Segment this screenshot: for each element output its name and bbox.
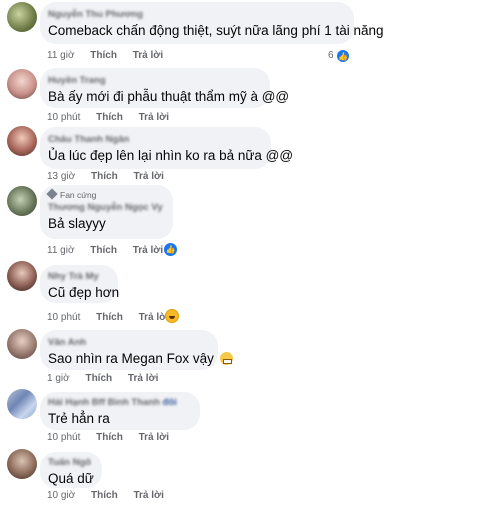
avatar[interactable] [7,69,37,99]
avatar[interactable] [7,186,37,216]
reply-button[interactable]: Trả lời [133,50,163,61]
fan-badge: Fan cứng [46,188,162,200]
comment-author[interactable]: Tuấn Ngô [48,457,91,468]
comment-bubble: Nguyễn Thu Phương Comeback chấn động thi… [40,2,384,44]
comment-text-content: Sao nhìn ra Megan Fox vậy [48,351,214,366]
comment-author[interactable]: Châu Thanh Ngân [48,134,260,145]
like-button[interactable]: Thích [96,432,123,443]
like-button[interactable]: Thích [91,171,118,182]
avatar[interactable] [7,2,37,32]
like-button[interactable]: Thích [96,312,123,323]
comment-bubble: Nhy Trà My Cũ đẹp hơn [40,265,120,303]
comment-text: Bà ấy mới đi phẫu thuật thẩm mỹ à @@ [48,89,290,104]
diamond-icon [46,188,58,200]
avatar[interactable] [7,261,37,291]
avatar[interactable] [7,389,37,419]
avatar[interactable] [7,126,37,156]
comment-time[interactable]: 10 phút [47,112,80,123]
comment-text: Quá dữ [48,471,94,486]
comment-time[interactable]: 11 giờ [47,245,75,256]
comment-text: Ủa lúc đẹp lên lại nhìn ko ra bả nữa @@ [48,148,294,163]
comment-bubble: Châu Thanh Ngân Ủa lúc đẹp lên lại nhìn … [40,127,294,169]
comment-time[interactable]: 11 giờ [47,50,75,61]
comment-bubble: Tuấn Ngô Quá dữ [40,452,102,488]
reply-button[interactable]: Trả lời [133,490,163,501]
comment-author[interactable]: Nhy Trà My [48,271,107,282]
comment-bubble: Huyền Trang Bà ấy mới đi phẫu thuật thẩm… [40,68,290,108]
comment-actions: 10 phút Thích Trả lời [47,112,182,123]
reply-button[interactable]: Trả lời [133,171,163,182]
comment-time[interactable]: 10 phút [47,432,80,443]
grimace-emoji-icon [219,352,233,365]
like-button[interactable]: Thích [91,490,118,501]
reply-button[interactable]: Trả lời [139,432,169,443]
comment-bubble: Fan cứng Thương Nguyễn Ngọc Vy Bả slayyy [40,185,173,239]
comment-text: Sao nhìn ra Megan Fox vậy [48,351,233,367]
comment-author[interactable]: Huyền Trang [48,75,259,86]
like-button[interactable]: Thích [90,245,117,256]
comment-author-suffix[interactable]: đôi [163,397,177,408]
comment-text: Trẻ hẳn ra [48,411,110,426]
comment-text: Cũ đẹp hơn [48,285,120,300]
comment-bubble: Hải Hạnh Bff Bình Thanh đôi Trẻ hẳn ra [40,392,200,430]
comment-time[interactable]: 1 giờ [47,373,70,384]
comment-actions: 10 phút Thích Trả lời [47,312,182,323]
reply-button[interactable]: Trả lời [133,245,163,256]
reaction-count[interactable]: 6 [328,50,334,61]
comment-time[interactable]: 10 phút [47,312,80,323]
avatar[interactable] [7,329,37,359]
like-button[interactable]: Thích [96,112,123,123]
comment-author[interactable]: Nguyễn Thu Phương [48,9,343,20]
comment-text: Bả slayyy [48,216,106,231]
reply-button[interactable]: Trả lời [128,373,158,384]
comment-author[interactable]: Văn Anh [48,337,207,348]
comment-author-name[interactable]: Hải Hạnh Bff Bình Thanh [48,397,160,408]
reply-button[interactable]: Trả lời [139,112,169,123]
comment-actions: 10 phút Thích Trả lời [47,432,182,443]
comment-bubble: Văn Anh Sao nhìn ra Megan Fox vậy [40,330,233,370]
comment-text: Comeback chấn động thiệt, suýt nữa lãng … [48,23,384,38]
comment-actions: 11 giờ Thích Trả lời [47,245,176,256]
comment-author[interactable]: Thương Nguyễn Ngọc Vy [48,202,163,213]
comment-time[interactable]: 13 giờ [47,171,75,182]
like-button[interactable]: Thích [85,373,112,384]
comment-actions: 10 giờ Thích Trả lời [47,490,177,501]
like-reaction-icon[interactable]: 👍 [164,243,177,256]
comment-author[interactable]: Hải Hạnh Bff Bình Thanh đôi [48,397,189,408]
comment-actions: 1 giờ Thích Trả lời [47,373,171,384]
like-button[interactable]: Thích [90,50,117,61]
fan-badge-label: Fan cứng [60,190,97,200]
comment-actions: 11 giờ Thích Trả lời [47,50,176,61]
like-reaction-icon[interactable]: 👍 [337,50,349,62]
comment-time[interactable]: 10 giờ [47,490,75,501]
haha-reaction-icon[interactable] [165,309,179,323]
avatar[interactable] [7,449,37,479]
comment-actions: 13 giờ Thích Trả lời [47,171,177,182]
